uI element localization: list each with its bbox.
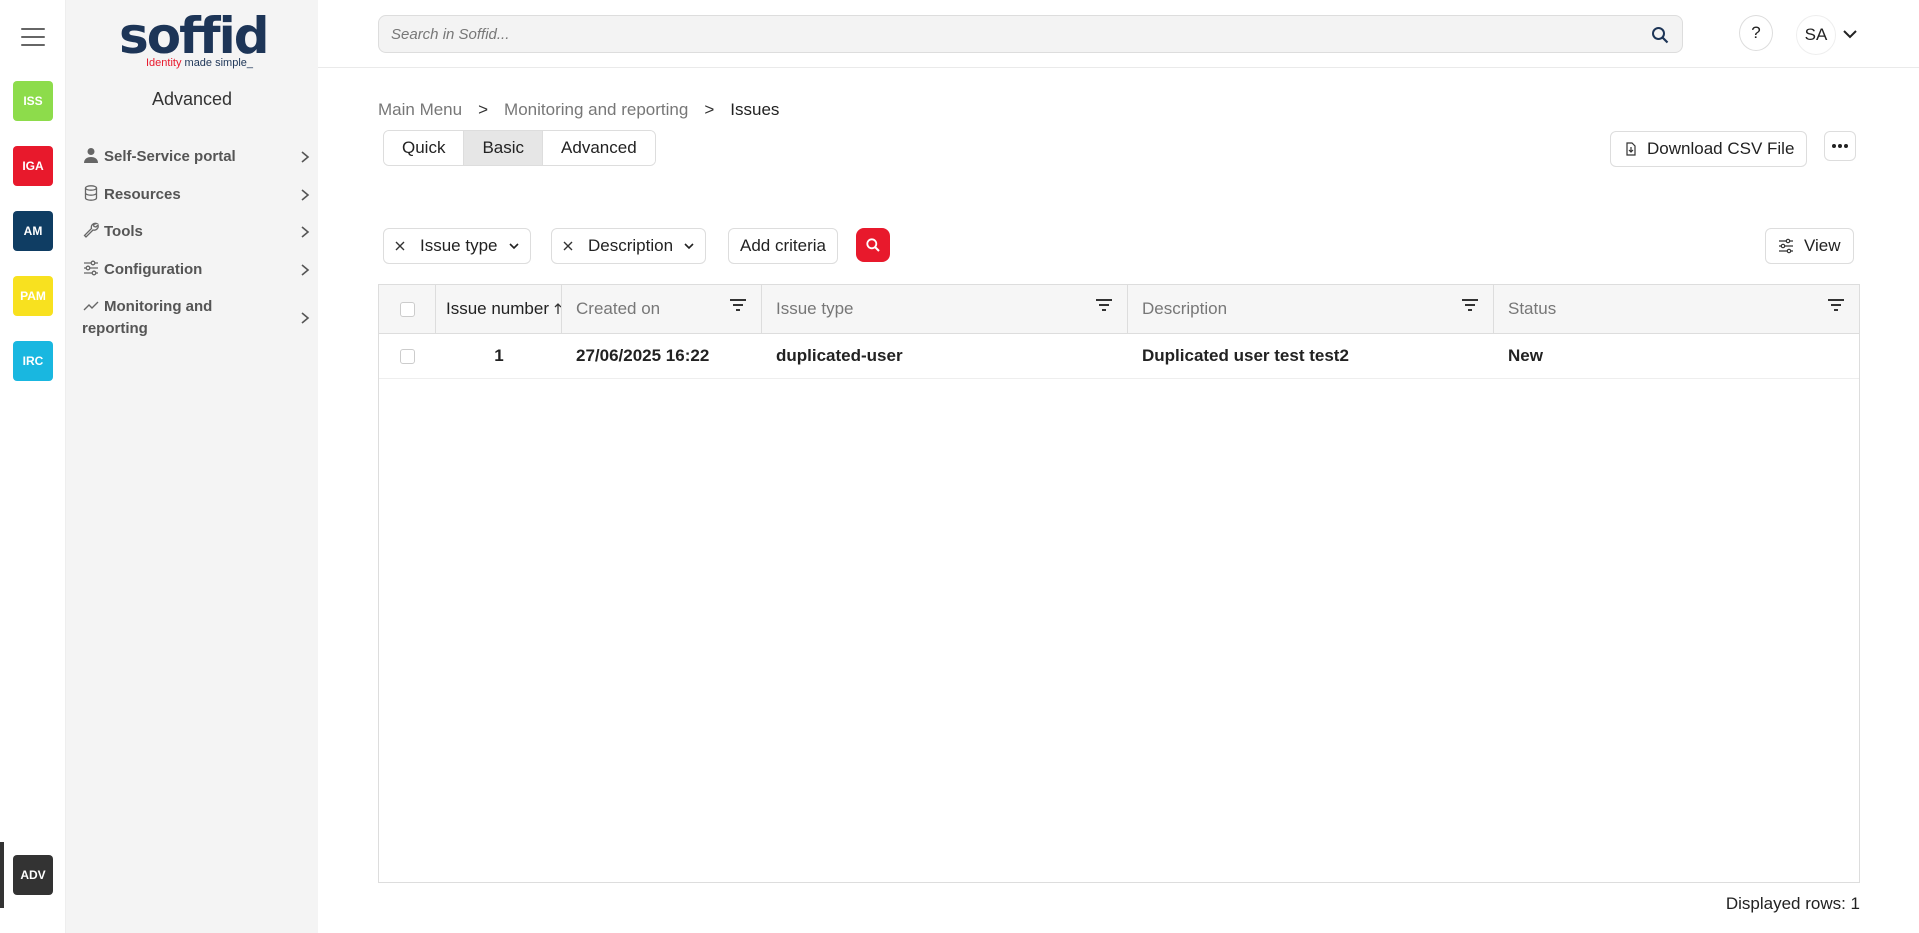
app-rail: ISS IGA AM PAM IRC ADV (0, 0, 66, 933)
logo-tagline: Identity made simple_ (146, 57, 254, 69)
column-header-issue-number[interactable]: Issue number (436, 285, 562, 333)
soffid-logo: soffid Identity made simple_ (66, 5, 318, 71)
run-search-button[interactable] (856, 228, 890, 262)
active-app-marker (0, 842, 4, 908)
breadcrumb-monitoring-and-reporting[interactable]: Monitoring and reporting (504, 100, 688, 120)
filter-chip-description[interactable]: Description (551, 228, 707, 264)
column-header-label: Description (1142, 299, 1228, 318)
column-header-created-on[interactable]: Created on (562, 285, 762, 333)
chevron-right-icon (301, 151, 310, 163)
wrench-icon (83, 222, 99, 238)
sort-ascending-icon[interactable] (553, 303, 562, 315)
app-tile-iss[interactable]: ISS (13, 81, 53, 121)
column-header-label: Issue type (776, 299, 854, 318)
sidebar-item-label: Tools (104, 223, 143, 240)
search-icon[interactable] (1650, 25, 1670, 45)
more-options-button[interactable] (1824, 131, 1856, 161)
filter-icon[interactable] (1827, 298, 1845, 312)
column-header-issue-type[interactable]: Issue type (762, 285, 1128, 333)
view-label: View (1804, 236, 1841, 255)
person-icon (84, 148, 98, 163)
sidebar-item-label: Monitoring and reporting (82, 298, 213, 337)
top-bar: ? SA (318, 0, 1919, 68)
database-icon (84, 185, 98, 201)
filter-icon[interactable] (729, 298, 747, 312)
sliders-icon (84, 260, 98, 276)
tab-advanced[interactable]: Advanced (543, 131, 655, 165)
table-header: Issue number Created on Issue type Descr… (379, 285, 1859, 334)
filter-chip-label: Issue type (420, 236, 498, 255)
displayed-rows-count: Displayed rows: 1 (1725, 894, 1860, 913)
filter-chip-label: Description (588, 236, 674, 255)
cell-issue-type: duplicated-user (776, 346, 903, 365)
close-icon[interactable] (562, 240, 574, 252)
sidebar-item-label: Resources (104, 186, 181, 203)
header-select-all (379, 285, 436, 333)
search-icon (866, 238, 880, 252)
cell-description: Duplicated user test test2 (1142, 346, 1349, 365)
app-tile-irc[interactable]: IRC (13, 341, 53, 381)
add-criteria-button[interactable]: Add criteria (728, 228, 838, 264)
chevron-down-icon (684, 243, 694, 250)
select-all-checkbox[interactable] (399, 301, 415, 317)
row-select-cell (379, 334, 436, 378)
breadcrumb: Main Menu > Monitoring and reporting > I… (378, 100, 779, 120)
chevron-right-icon (301, 312, 310, 324)
search-mode-tabs: Quick Basic Advanced (383, 130, 656, 166)
tab-quick[interactable]: Quick (384, 131, 465, 165)
hamburger-menu-icon[interactable] (21, 28, 45, 46)
issues-table: Issue number Created on Issue type Descr… (378, 284, 1860, 883)
chevron-right-icon (301, 264, 310, 276)
view-options-button[interactable]: View (1765, 228, 1854, 264)
ellipsis-icon (1832, 144, 1848, 148)
sidebar-item-monitoring-and-reporting[interactable]: Monitoring and reporting (82, 296, 312, 340)
sidebar-item-label: Configuration (104, 261, 203, 278)
sidebar-title: Advanced (151, 89, 233, 109)
column-header-label: Created on (576, 299, 661, 318)
filter-icon[interactable] (1095, 298, 1113, 312)
cell-status: New (1508, 346, 1543, 365)
column-header-label: Status (1508, 299, 1557, 318)
row-checkbox[interactable] (400, 348, 415, 364)
breadcrumb-current: Issues (730, 100, 780, 119)
sidebar-item-configuration[interactable]: Configuration (82, 259, 312, 281)
chevron-down-icon (508, 243, 519, 250)
sidebar-item-self-service-portal[interactable]: Self-Service portal (82, 146, 312, 168)
breadcrumb-separator: > (704, 100, 715, 119)
breadcrumb-separator: > (478, 100, 489, 119)
column-header-description[interactable]: Description (1128, 285, 1494, 333)
breadcrumb-main-menu[interactable]: Main Menu (378, 100, 462, 120)
cell-created-on: 27/06/2025 16:22 (576, 346, 710, 365)
app-tile-adv[interactable]: ADV (13, 855, 53, 895)
app-tile-pam[interactable]: PAM (13, 276, 53, 316)
download-csv-button[interactable]: Download CSV File (1610, 131, 1808, 167)
chevron-right-icon (301, 189, 310, 201)
filter-icon[interactable] (1461, 298, 1479, 312)
chevron-right-icon (301, 226, 310, 238)
cell-issue-number: 1 (494, 346, 504, 365)
global-search (378, 15, 1683, 53)
help-button[interactable]: ? (1739, 15, 1773, 51)
column-header-status[interactable]: Status (1494, 285, 1859, 333)
download-csv-label: Download CSV File (1647, 139, 1795, 158)
search-input[interactable] (379, 16, 1619, 52)
app-tile-iga[interactable]: IGA (13, 146, 53, 186)
sidebar-item-label: Self-Service portal (104, 148, 236, 165)
tab-basic[interactable]: Basic (464, 131, 544, 165)
download-icon (1626, 142, 1636, 156)
sliders-icon (1779, 238, 1793, 254)
chevron-down-icon[interactable] (1842, 26, 1858, 42)
table-row[interactable]: 1 27/06/2025 16:22 duplicated-user Dupli… (379, 334, 1859, 379)
close-icon[interactable] (394, 240, 406, 252)
sidebar: soffid Identity made simple_ Advanced Se… (66, 0, 318, 933)
sidebar-item-resources[interactable]: Resources (82, 184, 312, 206)
filter-chip-issue-type[interactable]: Issue type (383, 228, 531, 264)
app-tile-am[interactable]: AM (13, 211, 53, 251)
sidebar-item-tools[interactable]: Tools (82, 221, 312, 243)
user-avatar[interactable]: SA (1796, 15, 1836, 55)
column-header-label: Issue number (446, 299, 549, 318)
